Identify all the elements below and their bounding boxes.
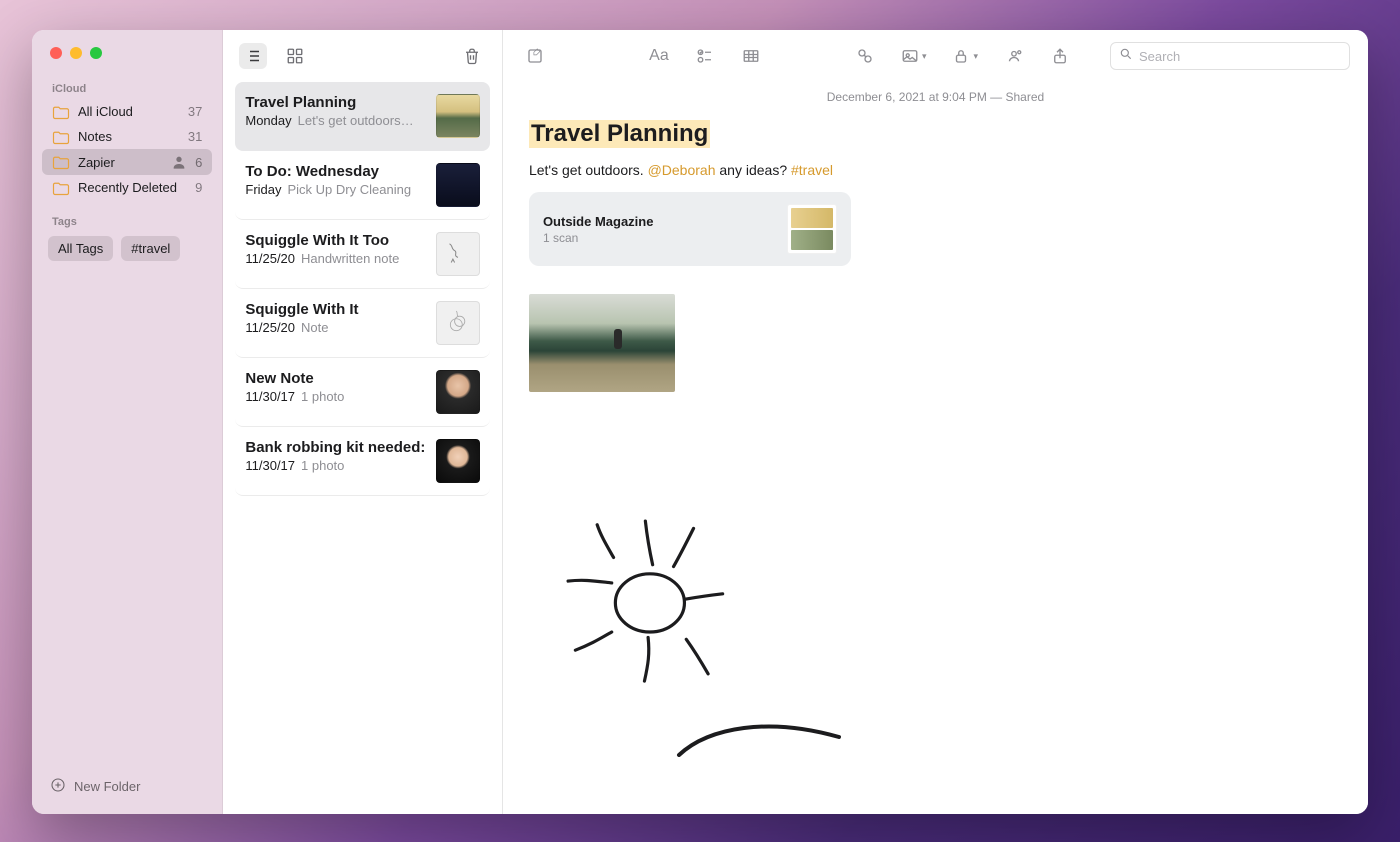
list-view-button[interactable] (239, 43, 267, 69)
folder-label: Recently Deleted (78, 180, 187, 195)
search-input[interactable] (1139, 49, 1341, 64)
note-subline: 11/30/171 photo (245, 389, 426, 404)
note-thumbnail (436, 370, 480, 414)
sidebar: iCloud All iCloud 37 Notes 31 Zapier 6 (32, 30, 223, 814)
note-subline: MondayLet's get outdoors… (245, 113, 426, 128)
folder-count: 6 (195, 155, 202, 170)
table-button[interactable] (737, 43, 765, 69)
note-title: Squiggle With It Too (245, 232, 426, 249)
note-list: Travel Planning MondayLet's get outdoors… (223, 30, 503, 814)
tag-travel[interactable]: #travel (121, 236, 180, 261)
new-folder-button[interactable]: New Folder (42, 771, 212, 802)
note-thumbnail (436, 232, 480, 276)
inline-sketch-partial[interactable] (669, 717, 1342, 762)
notes-scroll[interactable]: Travel Planning MondayLet's get outdoors… (223, 82, 502, 814)
note-thumbnail (436, 439, 480, 483)
note-subline: 11/25/20Handwritten note (245, 251, 426, 266)
note-item-squiggle-too[interactable]: Squiggle With It Too 11/25/20Handwritten… (235, 220, 490, 289)
folder-label: All iCloud (78, 104, 180, 119)
document-title[interactable]: Travel Planning (529, 120, 710, 148)
mention[interactable]: @Deborah (648, 162, 716, 178)
tags-row: All Tags #travel (42, 232, 212, 265)
note-subline: 11/25/20Note (245, 320, 426, 335)
minimize-window-button[interactable] (70, 47, 82, 59)
folder-icon (52, 181, 70, 195)
tags-section-label: Tags (42, 210, 212, 232)
new-folder-label: New Folder (74, 779, 140, 794)
note-thumbnail (436, 301, 480, 345)
note-thumbnail (436, 163, 480, 207)
text-format-button[interactable]: Aa (645, 43, 673, 69)
link-button[interactable] (851, 43, 879, 69)
close-window-button[interactable] (50, 47, 62, 59)
note-thumbnail (436, 94, 480, 138)
list-toolbar (223, 30, 502, 82)
note-subline: 11/30/171 photo (245, 458, 426, 473)
note-title: Bank robbing kit needed: (245, 439, 426, 456)
media-button[interactable]: ▾ (897, 43, 931, 69)
attachment-card[interactable]: Outside Magazine 1 scan (529, 192, 851, 266)
inline-photo[interactable] (529, 294, 675, 392)
editor: Aa ▾ ▾ (503, 30, 1368, 814)
inline-sketch[interactable] (549, 512, 1342, 717)
note-item-squiggle[interactable]: Squiggle With It 11/25/20Note (235, 289, 490, 358)
folder-count: 31 (188, 129, 202, 144)
editor-toolbar: Aa ▾ ▾ (503, 30, 1368, 82)
share-button[interactable] (1046, 43, 1074, 69)
folder-icon (52, 155, 70, 169)
window-controls (42, 44, 212, 77)
note-subline: FridayPick Up Dry Cleaning (245, 182, 426, 197)
attachment-sub: 1 scan (543, 231, 775, 245)
folder-all-icloud[interactable]: All iCloud 37 (42, 99, 212, 124)
grid-view-button[interactable] (281, 43, 309, 69)
collaborate-button[interactable] (1000, 43, 1028, 69)
compose-button[interactable] (521, 43, 549, 69)
sidebar-section-label: iCloud (42, 77, 212, 99)
folder-recently-deleted[interactable]: Recently Deleted 9 (42, 175, 212, 200)
note-title: To Do: Wednesday (245, 163, 426, 180)
note-title: Squiggle With It (245, 301, 426, 318)
search-icon (1119, 47, 1133, 66)
note-title: New Note (245, 370, 426, 387)
plus-circle-icon (50, 777, 66, 796)
note-meta: December 6, 2021 at 9:04 PM — Shared (529, 82, 1342, 120)
editor-body[interactable]: December 6, 2021 at 9:04 PM — Shared Tra… (503, 82, 1368, 814)
note-item-new-note[interactable]: New Note 11/30/171 photo (235, 358, 490, 427)
hashtag[interactable]: #travel (791, 162, 833, 178)
folder-count: 9 (195, 180, 202, 195)
attachment-title: Outside Magazine (543, 214, 775, 229)
folder-notes[interactable]: Notes 31 (42, 124, 212, 149)
fullscreen-window-button[interactable] (90, 47, 102, 59)
chevron-down-icon: ▾ (922, 51, 927, 62)
checklist-button[interactable] (691, 43, 719, 69)
tag-all[interactable]: All Tags (48, 236, 113, 261)
attachment-thumbnail (787, 204, 837, 254)
folder-icon (52, 130, 70, 144)
document-body-line[interactable]: Let's get outdoors. @Deborah any ideas? … (529, 162, 1342, 178)
folder-zapier[interactable]: Zapier 6 (42, 149, 212, 175)
note-item-todo-wednesday[interactable]: To Do: Wednesday FridayPick Up Dry Clean… (235, 151, 490, 220)
folder-icon (52, 105, 70, 119)
folder-count: 37 (188, 104, 202, 119)
note-title: Travel Planning (245, 94, 426, 111)
lock-button[interactable]: ▾ (948, 43, 982, 69)
chevron-down-icon: ▾ (973, 51, 978, 62)
folder-label: Zapier (78, 155, 163, 170)
notes-window: iCloud All iCloud 37 Notes 31 Zapier 6 (32, 30, 1368, 814)
shared-icon (171, 154, 187, 170)
delete-note-button[interactable] (458, 43, 486, 69)
search-box[interactable] (1110, 42, 1350, 70)
folder-label: Notes (78, 129, 180, 144)
note-item-bank-robbing[interactable]: Bank robbing kit needed: 11/30/171 photo (235, 427, 490, 496)
note-item-travel-planning[interactable]: Travel Planning MondayLet's get outdoors… (235, 82, 490, 151)
